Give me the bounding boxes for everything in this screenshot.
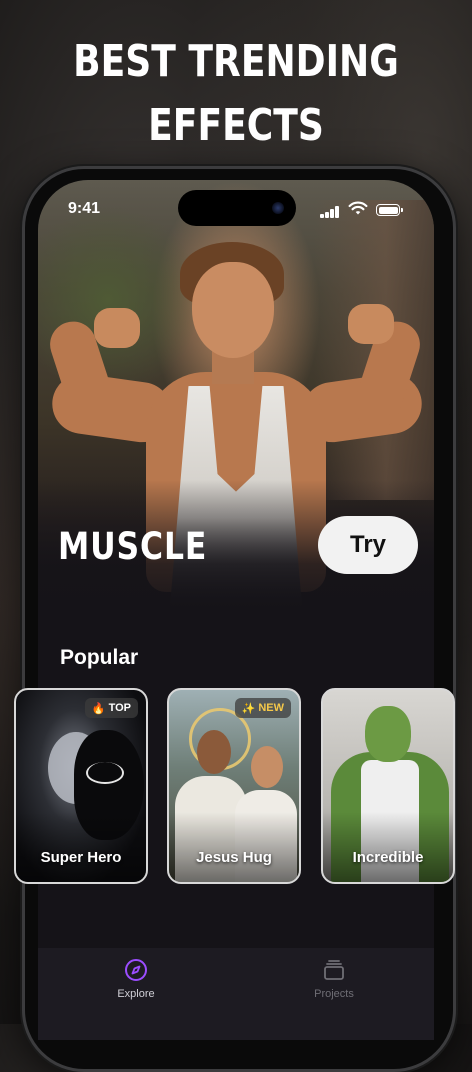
status-bar: 9:41 — [38, 180, 434, 240]
battery-icon — [376, 204, 403, 216]
tab-projects-label: Projects — [314, 988, 354, 1000]
compass-icon — [125, 959, 147, 981]
stack-icon — [324, 960, 344, 980]
card-label: Jesus Hug — [196, 849, 272, 866]
effect-title: MUSCLE — [58, 525, 208, 568]
card-super-hero[interactable]: 🔥 TOP Super Hero — [14, 688, 148, 884]
fire-icon: 🔥 — [91, 702, 106, 715]
status-time: 9:41 — [68, 200, 101, 217]
wifi-icon — [348, 201, 368, 215]
try-button[interactable]: Try — [318, 516, 418, 574]
new-badge: ✨ NEW — [234, 698, 291, 718]
badge-label: TOP — [108, 702, 131, 714]
badge-label: NEW — [258, 702, 284, 714]
tab-explore-label: Explore — [117, 988, 155, 1000]
tab-bar: Explore Projects — [38, 948, 434, 1040]
card-jesus-hug[interactable]: ✨ NEW Jesus Hug — [167, 688, 301, 884]
card-label: Incredible — [352, 849, 424, 866]
card-label: Super Hero — [40, 849, 122, 866]
phone-screen: 9:41 MUSCLE Try Popular Explore Projects — [38, 180, 434, 1040]
sparkle-icon: ✨ — [241, 702, 256, 715]
card-incredible[interactable]: Incredible — [321, 688, 455, 884]
tab-projects[interactable]: Projects — [284, 958, 384, 1000]
top-badge: 🔥 TOP — [84, 698, 138, 718]
signal-icon — [320, 206, 342, 218]
tab-explore[interactable]: Explore — [86, 958, 186, 1000]
popular-section-title: Popular — [60, 646, 139, 669]
camera-icon — [272, 202, 284, 214]
headline-line-2: EFFECTS — [148, 100, 324, 151]
headline-line-1: BEST TRENDING — [73, 36, 399, 87]
dynamic-island — [178, 190, 296, 226]
